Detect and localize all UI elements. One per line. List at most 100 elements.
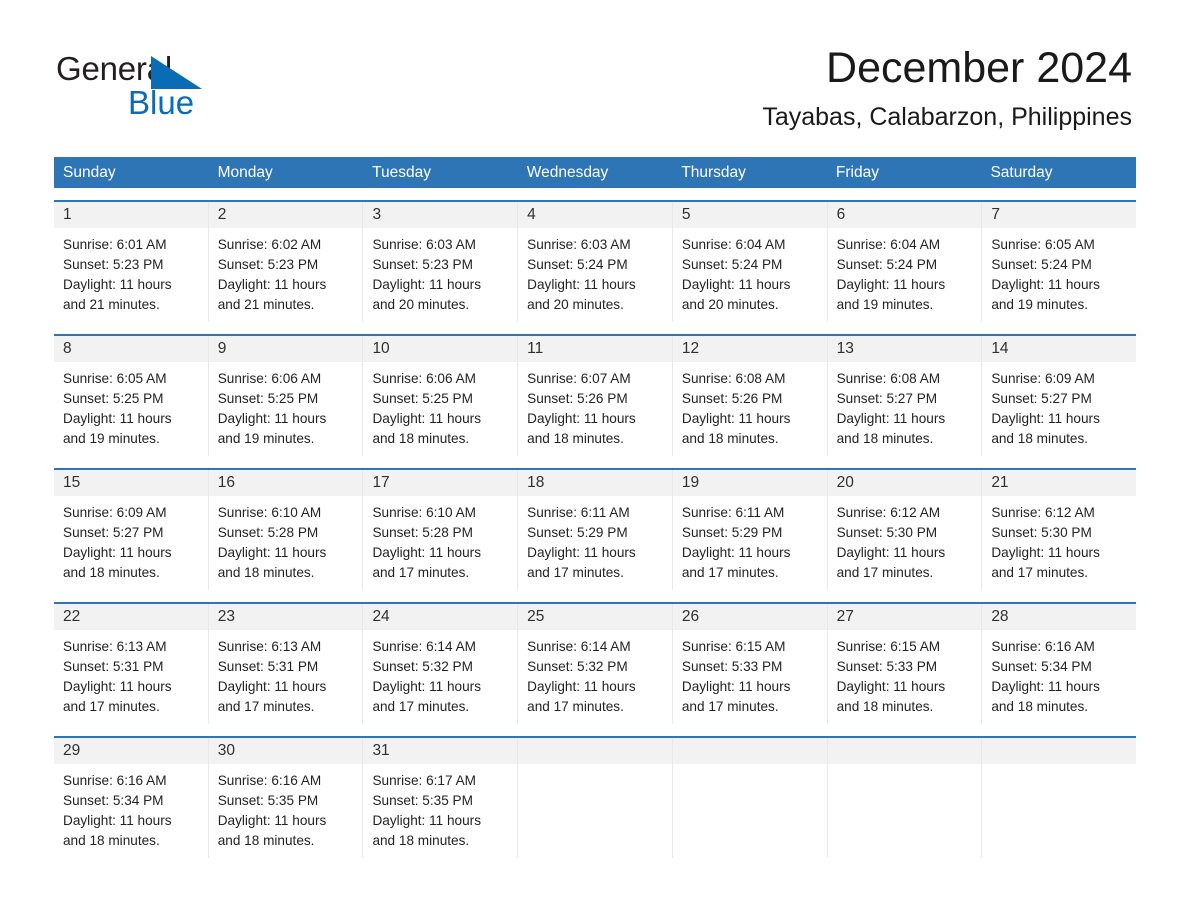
sunset-text: Sunset: 5:27 PM [63,525,164,540]
day-info: Sunrise: 6:15 AM Sunset: 5:33 PM Daylight:… [673,630,827,717]
sunset-text: Sunset: 5:28 PM [372,525,473,540]
sunset-text: Sunset: 5:27 PM [991,391,1092,406]
day-cell[interactable]: 19 Sunrise: 6:11 AM Sunset: 5:29 PM Dayligh… [671,470,827,590]
day-number: 8 [54,336,208,362]
day-cell[interactable]: 20 Sunrise: 6:12 AM Sunset: 5:30 PM Dayligh… [826,470,982,590]
day-cell[interactable]: 13 Sunrise: 6:08 AM Sunset: 5:27 PM Dayligh… [826,336,982,456]
day-cell[interactable]: 1 Sunrise: 6:01 AM Sunset: 5:23 PM Daylight… [54,202,208,322]
day-cell[interactable]: 26 Sunrise: 6:15 AM Sunset: 5:33 PM Dayligh… [671,604,827,724]
sunset-text: Sunset: 5:31 PM [63,659,164,674]
sunset-text: Sunset: 5:24 PM [681,257,783,272]
day-cell[interactable]: 11 Sunrise: 6:07 AM Sunset: 5:26 PM Dayligh… [517,336,672,456]
sunset-text: Sunset: 5:28 PM [217,525,319,540]
day-cell[interactable]: 30 Sunrise: 6:16 AM Sunset: 5:35 PM Dayligh… [207,738,363,858]
day-cell[interactable]: 17 Sunrise: 6:10 AM Sunset: 5:28 PM Dayligh… [362,470,518,590]
day-cell[interactable]: 21 Sunrise: 6:12 AM Sunset: 5:30 PM Dayligh… [981,470,1137,590]
day-cell[interactable]: 18 Sunrise: 6:11 AM Sunset: 5:29 PM Dayligh… [517,470,672,590]
day-cell[interactable]: 4 Sunrise: 6:03 AM Sunset: 5:24 PM Daylight… [517,202,672,322]
day-info: Sunrise: 6:09 AM Sunset: 5:27 PM Daylight:… [54,496,208,583]
sunrise-text: Sunrise: 6:11 AM [681,505,785,520]
daylight-text-line1: Daylight: 11 hours [63,545,172,560]
daylight-text-line2: and 18 minutes. [372,431,470,446]
daylight-text-line1: Daylight: 11 hours [836,545,946,560]
day-info: Sunrise: 6:10 AM Sunset: 5:28 PM Daylight:… [363,496,517,583]
sunrise-text: Sunrise: 6:13 AM [63,639,167,654]
daylight-text-line2: and 17 minutes. [372,565,470,580]
sunset-text: Sunset: 5:23 PM [63,257,164,272]
day-cell[interactable]: 28 Sunrise: 6:16 AM Sunset: 5:34 PM Dayligh… [981,604,1137,724]
day-cell[interactable]: 27 Sunrise: 6:15 AM Sunset: 5:33 PM Dayligh… [826,604,982,724]
daylight-text-line1: Daylight: 11 hours [836,679,946,694]
day-cell[interactable]: 2 Sunrise: 6:02 AM Sunset: 5:23 PM Daylight… [207,202,363,322]
calendar-page: General Blue December 2024 Tayabas, Cala… [0,0,1188,918]
day-cell[interactable]: 5 Sunrise: 6:04 AM Sunset: 5:24 PM Daylight… [671,202,827,322]
day-number: 21 [982,470,1137,496]
day-cell[interactable]: 31 Sunrise: 6:17 AM Sunset: 5:35 PM Dayligh… [362,738,518,858]
day-number: 14 [982,336,1137,362]
day-cell[interactable]: 7 Sunrise: 6:05 AM Sunset: 5:24 PM Daylight… [981,202,1137,322]
day-number: 29 [54,738,208,764]
daylight-text-line2: and 18 minutes. [63,833,160,848]
day-number: 12 [672,336,827,362]
daylight-text-line2: and 17 minutes. [527,699,624,714]
sunset-text: Sunset: 5:31 PM [217,659,319,674]
day-cell[interactable]: 14 Sunrise: 6:09 AM Sunset: 5:27 PM Dayligh… [981,336,1137,456]
day-info: Sunrise: 6:04 AM Sunset: 5:24 PM Daylight:… [673,228,827,315]
daylight-text-line1: Daylight: 11 hours [527,679,636,694]
day-info: Sunrise: 6:06 AM Sunset: 5:25 PM Daylight:… [209,362,363,449]
day-cell[interactable]: 10 Sunrise: 6:06 AM Sunset: 5:25 PM Dayligh… [362,336,518,456]
day-cell-empty [826,738,982,858]
weekday-header-tuesday: Tuesday [372,164,432,181]
generalblue-logo[interactable]: General Blue [56,52,276,128]
day-cell[interactable]: 16 Sunrise: 6:10 AM Sunset: 5:28 PM Dayligh… [207,470,363,590]
sunset-text: Sunset: 5:29 PM [527,525,628,540]
daylight-text-line2: and 18 minutes. [991,699,1089,714]
daylight-text-line1: Daylight: 11 hours [836,277,946,292]
day-cell[interactable]: 12 Sunrise: 6:08 AM Sunset: 5:26 PM Dayligh… [671,336,827,456]
sunrise-text: Sunrise: 6:01 AM [63,237,167,252]
day-cell[interactable]: 22 Sunrise: 6:13 AM Sunset: 5:31 PM Dayligh… [54,604,208,724]
sunrise-text: Sunrise: 6:04 AM [681,237,786,252]
daylight-text-line2: and 17 minutes. [991,565,1089,580]
page-title: December 2024 [826,44,1132,92]
daylight-text-line2: and 18 minutes. [217,833,315,848]
day-cell[interactable]: 25 Sunrise: 6:14 AM Sunset: 5:32 PM Dayligh… [517,604,672,724]
weekday-header-wednesday: Wednesday [526,164,609,181]
daylight-text-line2: and 17 minutes. [217,699,315,714]
day-cell[interactable]: 6 Sunrise: 6:04 AM Sunset: 5:24 PM Daylight… [826,202,982,322]
day-number: 13 [827,336,982,362]
day-cell[interactable]: 8 Sunrise: 6:05 AM Sunset: 5:25 PM Daylight… [54,336,208,456]
day-cell-empty [981,738,1137,858]
calendar-week-row: 29 Sunrise: 6:16 AM Sunset: 5:34 PM Dayligh… [54,736,1137,858]
day-cell[interactable]: 9 Sunrise: 6:06 AM Sunset: 5:25 PM Daylight… [207,336,363,456]
day-cell[interactable]: 24 Sunrise: 6:14 AM Sunset: 5:32 PM Dayligh… [362,604,518,724]
day-cell[interactable]: 29 Sunrise: 6:16 AM Sunset: 5:34 PM Dayligh… [54,738,208,858]
daylight-text-line2: and 20 minutes. [372,297,470,312]
sunrise-text: Sunrise: 6:15 AM [681,639,786,654]
daylight-text-line2: and 18 minutes. [527,431,624,446]
daylight-text-line2: and 17 minutes. [63,699,160,714]
day-info: Sunrise: 6:16 AM Sunset: 5:34 PM Daylight:… [982,630,1136,717]
day-cell[interactable]: 3 Sunrise: 6:03 AM Sunset: 5:23 PM Daylight… [362,202,518,322]
daylight-text-line1: Daylight: 11 hours [217,411,327,426]
sunrise-text: Sunrise: 6:16 AM [217,773,322,788]
weekday-header-row: Sunday Monday Tuesday Wednesday Thursday… [54,157,1136,188]
day-number: 11 [518,336,672,362]
sunrise-text: Sunrise: 6:06 AM [372,371,476,386]
daylight-text-line2: and 19 minutes. [836,297,934,312]
day-number: 19 [672,470,827,496]
day-cell[interactable]: 15 Sunrise: 6:09 AM Sunset: 5:27 PM Dayligh… [54,470,208,590]
day-info: Sunrise: 6:02 AM Sunset: 5:23 PM Daylight:… [209,228,363,315]
day-info: Sunrise: 6:12 AM Sunset: 5:30 PM Daylight:… [828,496,982,583]
daylight-text-line2: and 17 minutes. [681,565,779,580]
day-number: 7 [982,202,1137,228]
weekday-header-thursday: Thursday [681,164,746,181]
sunrise-text: Sunrise: 6:11 AM [527,505,630,520]
sunset-text: Sunset: 5:33 PM [836,659,938,674]
day-cell[interactable]: 23 Sunrise: 6:13 AM Sunset: 5:31 PM Dayligh… [207,604,363,724]
day-info: Sunrise: 6:05 AM Sunset: 5:24 PM Daylight:… [982,228,1136,315]
daylight-text-line1: Daylight: 11 hours [527,411,636,426]
daylight-text-line1: Daylight: 11 hours [991,277,1100,292]
day-number [982,738,1137,764]
sunrise-text: Sunrise: 6:06 AM [217,371,322,386]
